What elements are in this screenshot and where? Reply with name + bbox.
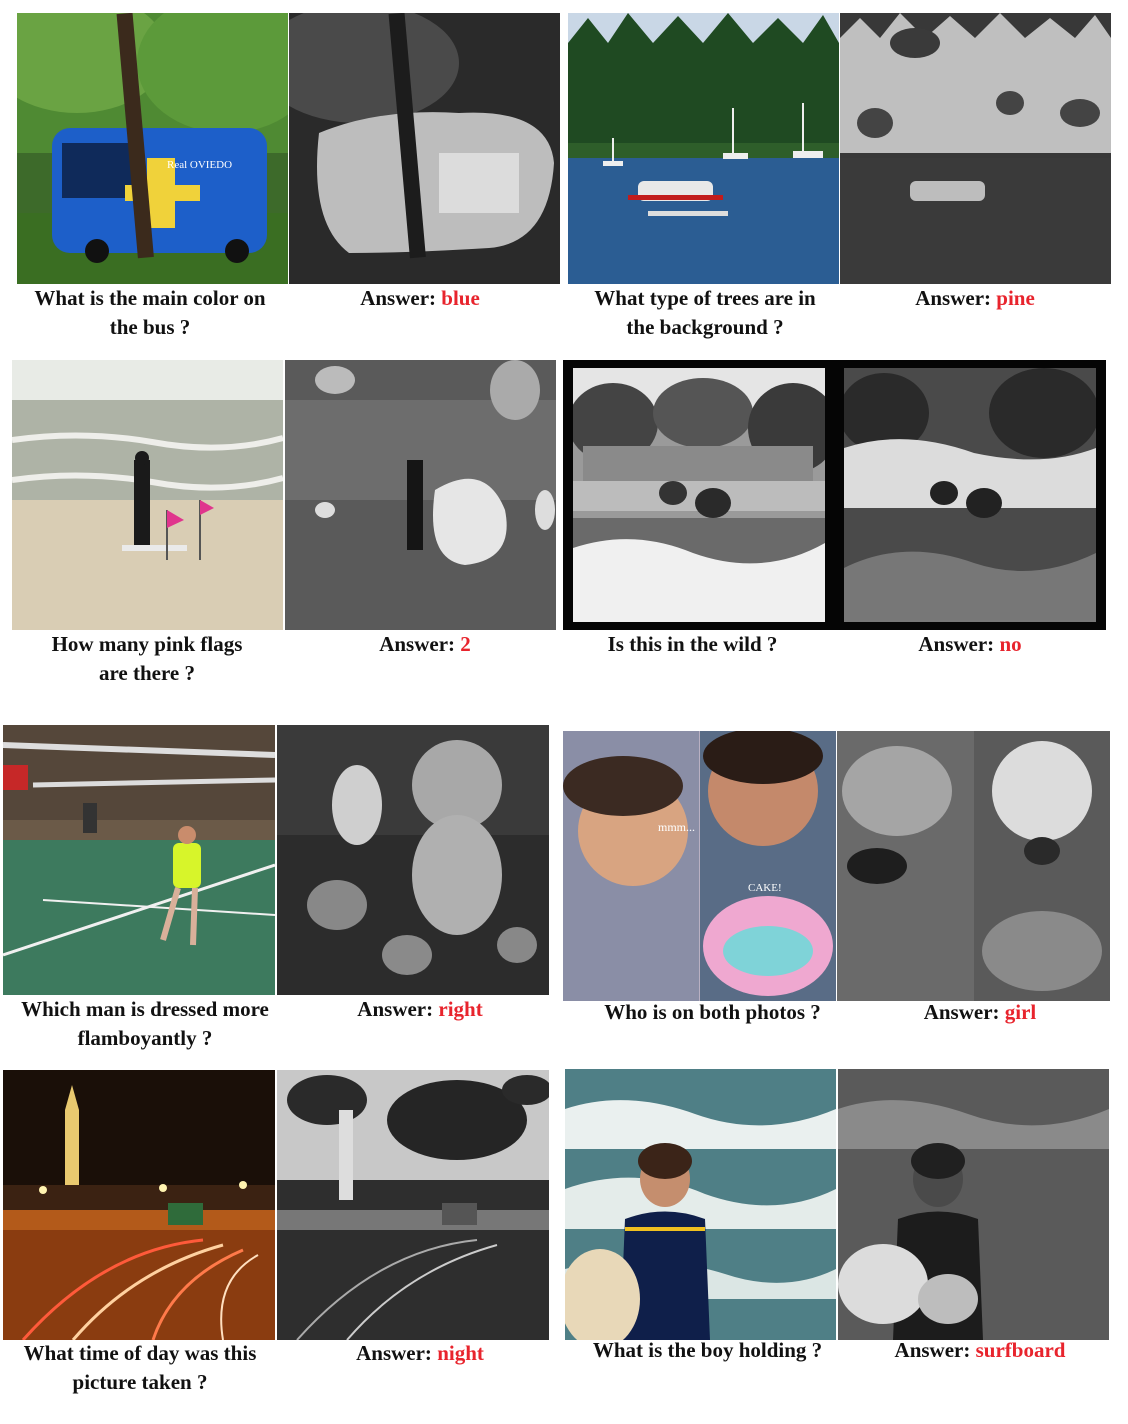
answer-value: pine [996,286,1035,310]
answer-value: night [437,1341,484,1365]
baby-mmm-text: mmm... [658,820,695,834]
answer-caption-1: Answer: blue [360,286,480,310]
answer-value: girl [1004,1000,1037,1024]
answer-caption-3: Answer: 2 [379,632,471,656]
bus-logo-text: Real OVIEDO [167,159,232,171]
tennis-photo [3,725,275,995]
question-caption-3: How many pink flags are there ? [51,632,243,685]
answer-value: 2 [460,632,471,656]
question-caption-6: Who is on both photos ? [604,1000,821,1024]
answer-caption-4: Answer: no [918,632,1022,656]
answer-value: surfboard [975,1338,1066,1362]
question-caption-4: Is this in the wild ? [607,632,778,656]
answer-caption-8: Answer: surfboard [894,1338,1066,1362]
elephant-attention-map [844,368,1096,622]
seaplane-photo [568,13,839,284]
answer-caption-2: Answer: pine [915,286,1035,310]
question-caption-8: What is the boy holding ? [592,1338,823,1362]
seaplane-attention-map [840,13,1111,284]
answer-value: no [999,632,1022,656]
answer-caption-6: Answer: girl [923,1000,1037,1024]
baby-photo: mmm... CAKE! [563,731,836,1001]
baby-attention-map [837,731,1110,1001]
answer-caption-7: Answer: night [356,1341,484,1365]
question-caption-2: What type of trees are in the background … [594,286,816,339]
beach-attention-map [285,360,556,630]
answer-value: right [438,997,483,1021]
question-caption-1: What is the main color on the bus ? [34,286,266,339]
answer-caption-5: Answer: right [357,997,483,1021]
question-caption-7: What time of day was this picture taken ? [23,1341,257,1394]
elephant-photo [573,368,825,622]
tennis-attention-map [277,725,549,995]
question-caption-5: Which man is dressed more flamboyantly ? [21,997,269,1050]
surfer-attention-map [838,1069,1109,1340]
baby-cake-text: CAKE! [748,882,782,894]
answer-value: blue [441,286,480,310]
night-attention-map [277,1070,549,1340]
bus-photo: Real OVIEDO [17,13,288,284]
surfer-photo [565,1069,836,1340]
night-photo [3,1070,275,1340]
beach-photo [12,360,283,630]
bus-attention-map [289,13,560,284]
